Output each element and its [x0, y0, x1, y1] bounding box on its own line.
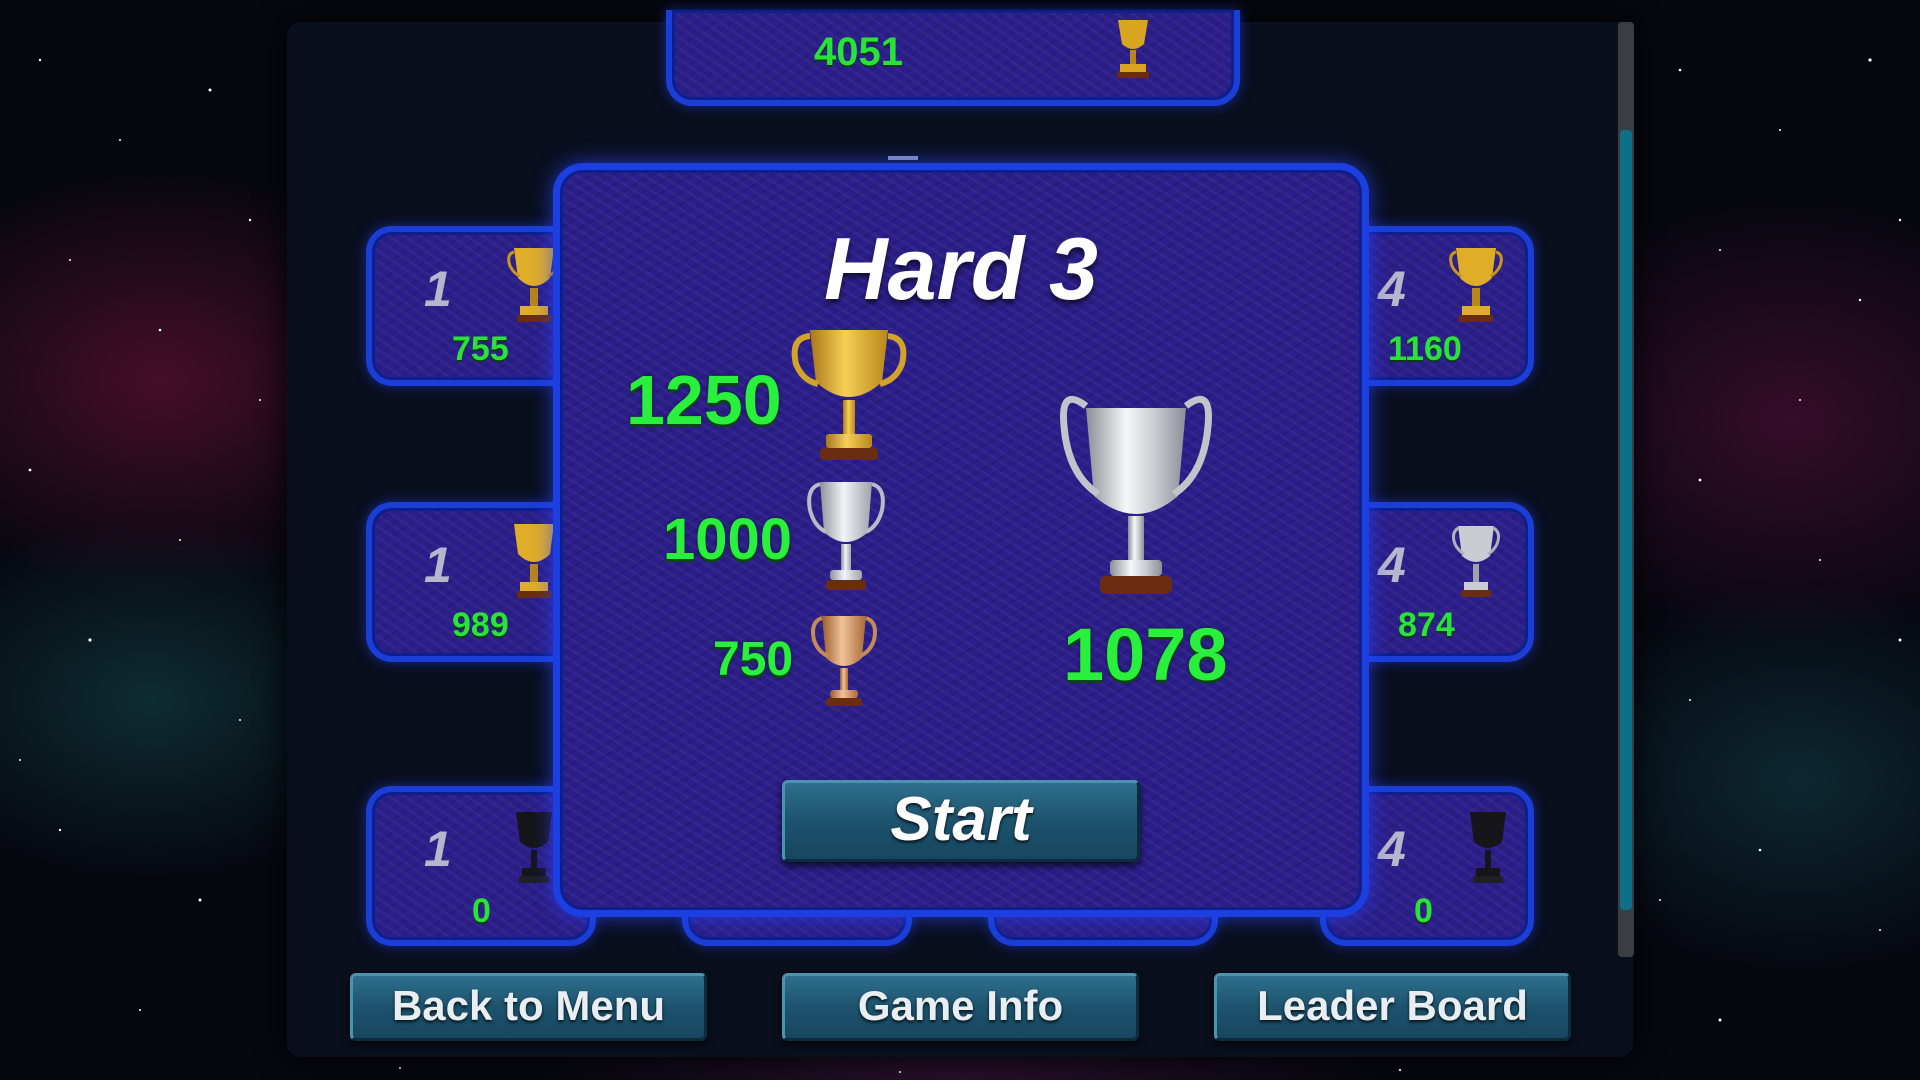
bronze-trophy-icon: [811, 616, 877, 706]
level-title: Hard 3: [824, 219, 1098, 318]
level-tile-score: 755: [452, 330, 509, 368]
silver-target-score: 1000: [663, 507, 793, 572]
level-tile-score: 0: [1414, 892, 1433, 930]
gold-trophy-icon: [1117, 20, 1149, 78]
silver-trophy-icon: [1451, 526, 1501, 597]
level-tile-score: 1160: [1388, 330, 1462, 368]
divider: [888, 156, 918, 160]
current-score: 1078: [1063, 613, 1228, 696]
silver-trophy-icon: [1059, 395, 1213, 594]
dark-trophy-icon: [1470, 812, 1506, 883]
level-tile-number: 4: [1378, 821, 1406, 877]
level-tile-number: 1: [424, 537, 452, 593]
bronze-target-score: 750: [713, 633, 794, 686]
scrollbar-thumb[interactable]: [1620, 130, 1632, 910]
level-tile-number: 4: [1378, 537, 1406, 593]
scrollbar[interactable]: [1618, 22, 1634, 957]
level-tile-score: 0: [472, 892, 491, 930]
level-tile-number: 1: [424, 821, 452, 877]
level-tile-score: 874: [1398, 606, 1455, 644]
level-tile-number: 1: [424, 261, 452, 317]
level-tile-top[interactable]: 4051: [666, 10, 1240, 106]
silver-trophy-icon: [807, 482, 885, 590]
level-tile-number: 4: [1378, 261, 1406, 317]
level-tile-score: 4051: [814, 30, 903, 74]
gold-trophy-icon: [791, 330, 907, 460]
start-button[interactable]: Start: [782, 780, 1140, 862]
gold-target-score: 1250: [626, 361, 782, 439]
leader-board-button[interactable]: Leader Board: [1214, 973, 1571, 1041]
level-tile-score: 989: [452, 606, 509, 644]
gold-trophy-icon: [1449, 248, 1503, 322]
game-info-button[interactable]: Game Info: [782, 973, 1139, 1041]
back-to-menu-button[interactable]: Back to Menu: [350, 973, 707, 1041]
